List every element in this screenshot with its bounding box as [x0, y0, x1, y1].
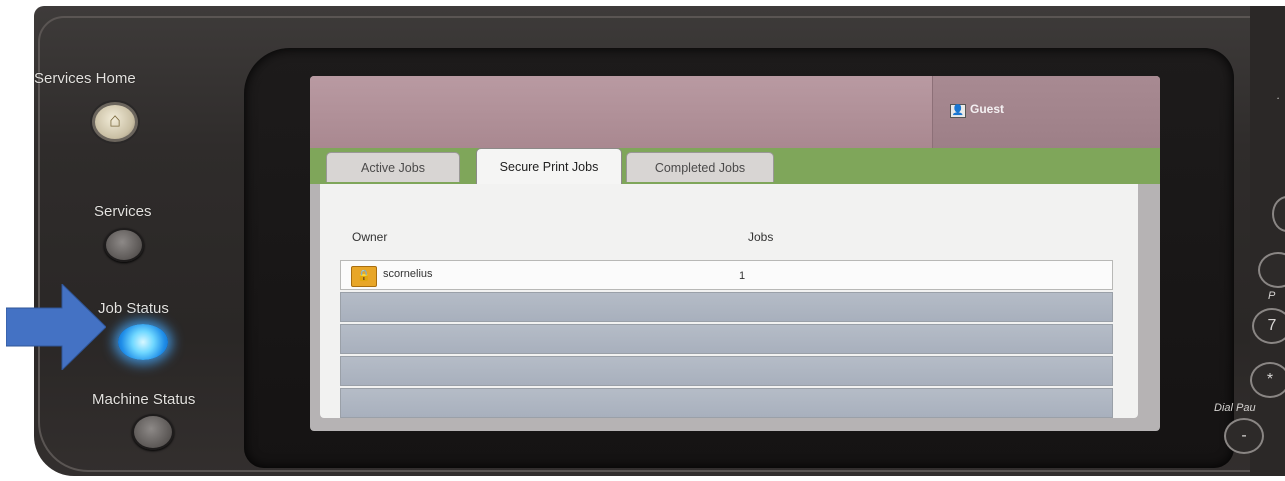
dial-pause-button[interactable]: - — [1224, 418, 1264, 454]
machine-status-button[interactable] — [132, 414, 174, 450]
dial-pause-glyph: - — [1241, 427, 1247, 444]
services-home-label: Services Home — [34, 70, 136, 87]
jobs-list: 🔒 scornelius 1 — [340, 260, 1113, 418]
home-icon: ⌂ — [108, 109, 122, 132]
table-row[interactable]: 🔒 scornelius 1 — [340, 260, 1113, 290]
jobs-count-cell: 1 — [739, 270, 746, 282]
services-button[interactable] — [104, 228, 144, 262]
job-status-label: Job Status — [98, 300, 169, 317]
keypad-star-button[interactable]: * — [1250, 362, 1285, 398]
lock-icon: 🔒 — [351, 266, 377, 287]
owner-cell: scornelius — [383, 268, 433, 280]
keypad-star-label: * — [1266, 371, 1274, 388]
user-area[interactable] — [932, 76, 1160, 148]
machine-status-label: Machine Status — [92, 391, 196, 408]
tab-completed-jobs[interactable]: Completed Jobs — [626, 152, 774, 182]
job-status-button[interactable] — [118, 324, 168, 360]
user-name: Guest — [970, 102, 1005, 116]
keypad-7-label: 7 — [1267, 317, 1277, 334]
annotation-arrow-icon — [6, 284, 106, 370]
services-label: Services — [94, 203, 152, 220]
table-row-empty — [340, 324, 1113, 354]
tab-active-jobs[interactable]: Active Jobs — [326, 152, 460, 182]
owner-column-header: Owner — [352, 230, 388, 244]
services-home-button[interactable]: ⌂ — [92, 102, 138, 142]
table-row-empty — [340, 356, 1113, 386]
keypad-label-partial: . — [1277, 90, 1281, 102]
table-row-empty — [340, 292, 1113, 322]
keypad-7-button[interactable]: 7 — [1252, 308, 1285, 344]
jobs-column-header: Jobs — [748, 230, 774, 244]
keypad-label-p: P — [1268, 290, 1276, 302]
tab-secure-print-jobs[interactable]: Secure Print Jobs — [476, 148, 622, 184]
dial-pause-label: Dial Pau — [1214, 402, 1256, 414]
table-row-empty — [340, 388, 1113, 418]
user-icon: 👤 — [950, 104, 966, 118]
